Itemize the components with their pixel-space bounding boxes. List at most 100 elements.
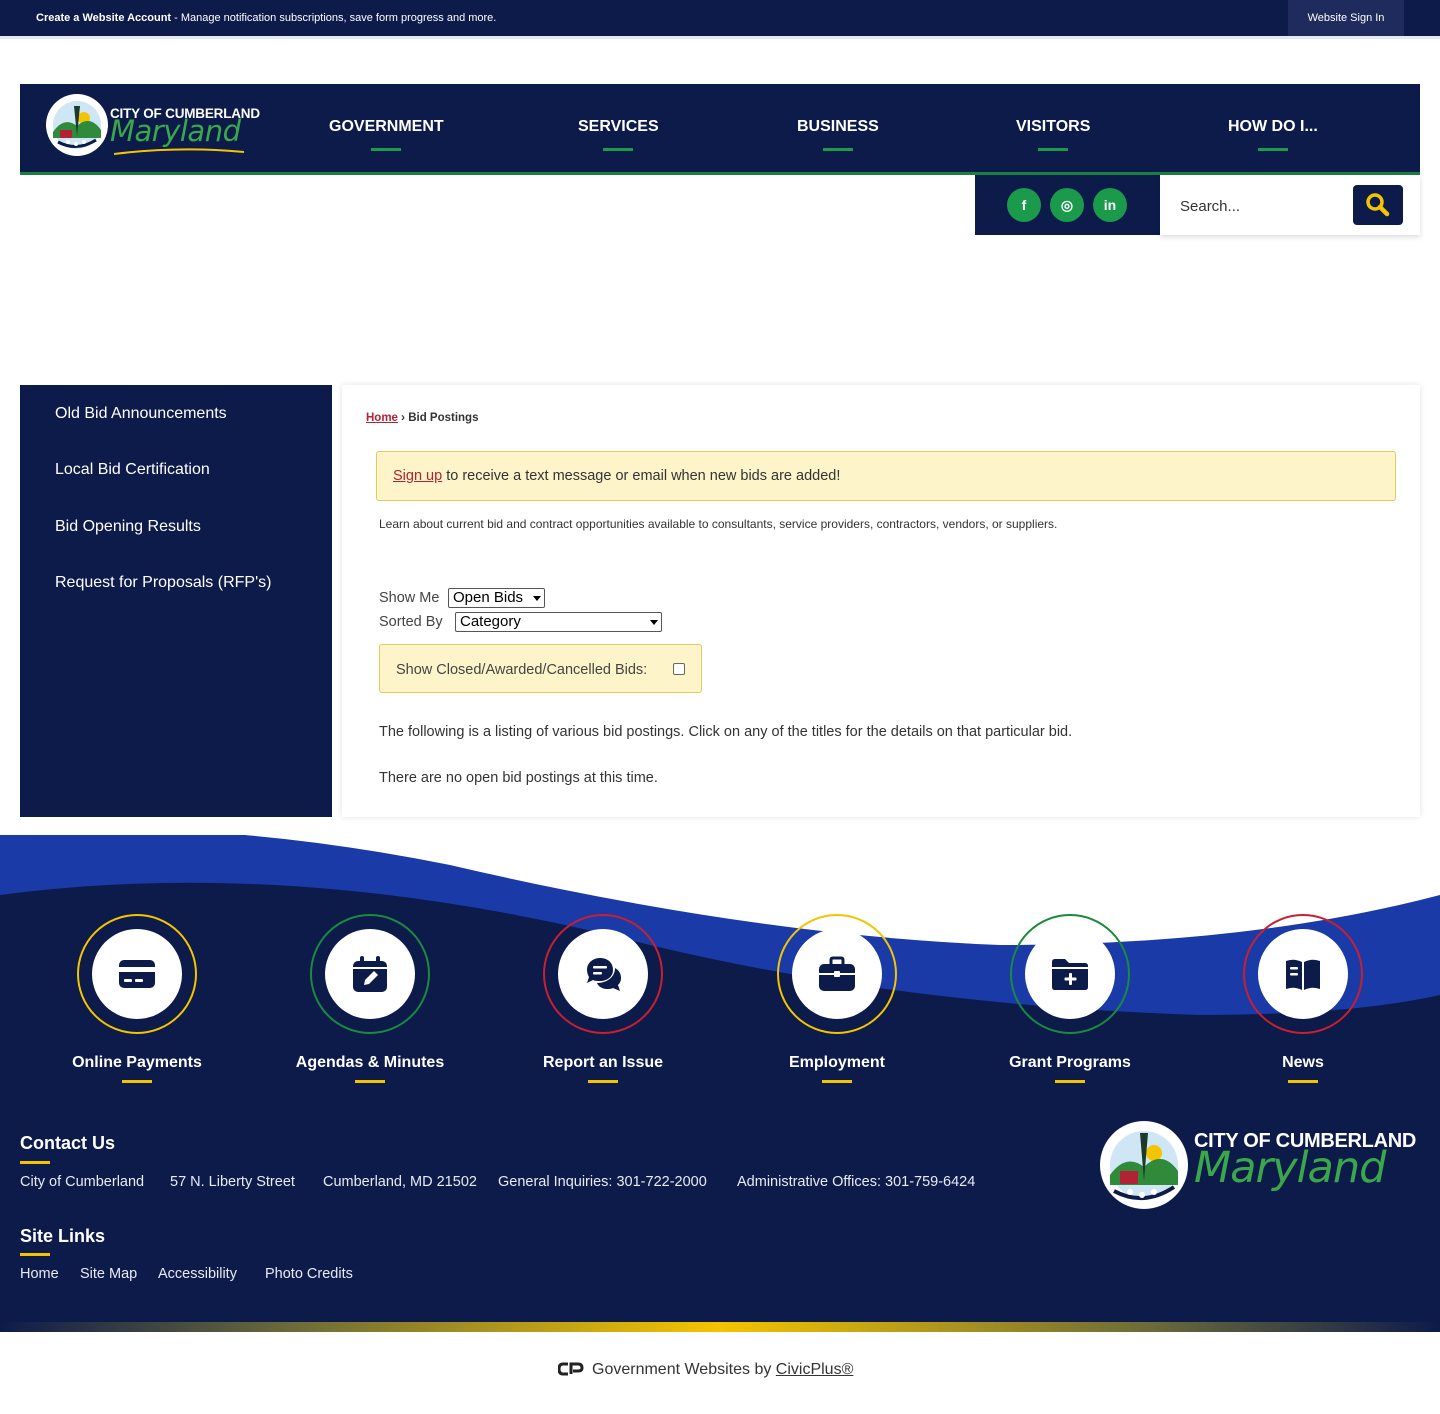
nav-label: HOW DO I... — [1228, 118, 1318, 135]
sorted-by-value: Category — [460, 613, 521, 630]
show-me-value: Open Bids — [453, 589, 524, 606]
nav-label: BUSINESS — [797, 118, 879, 135]
chevron-down-icon — [533, 596, 541, 601]
contact-us-underline — [20, 1161, 50, 1164]
credit-card-icon — [119, 960, 155, 988]
no-bids-message: There are no open bid postings at this t… — [379, 770, 658, 786]
quick-link-label: Grant Programs — [1009, 1054, 1131, 1071]
nav-visitors[interactable]: VISITORS — [1016, 118, 1090, 151]
social-links: f ◎ in — [975, 175, 1160, 235]
footer-link-accessibility[interactable]: Accessibility — [158, 1266, 237, 1282]
search-icon — [1366, 193, 1390, 217]
quick-link-disc — [1025, 929, 1115, 1019]
footer-wave-background — [0, 835, 1440, 1335]
quick-link-online-payments[interactable]: Online Payments — [47, 914, 227, 1083]
nav-underline — [603, 148, 634, 151]
quick-link-ring — [77, 914, 197, 1034]
contact-street: 57 N. Liberty Street — [170, 1174, 295, 1190]
quick-link-ring — [1010, 914, 1130, 1034]
contact-general-inquiries[interactable]: General Inquiries: 301-722-2000 — [498, 1174, 707, 1190]
linkedin-icon[interactable]: in — [1093, 188, 1127, 222]
show-closed-bids-label: Show Closed/Awarded/Cancelled Bids: — [396, 662, 648, 678]
quick-link-label: News — [1282, 1054, 1324, 1071]
instagram-icon[interactable]: ◎ — [1050, 188, 1084, 222]
quick-link-underline — [1288, 1080, 1318, 1083]
briefcase-icon — [819, 956, 855, 991]
quick-link-disc — [792, 929, 882, 1019]
quick-link-ring — [543, 914, 663, 1034]
search-input[interactable] — [1180, 189, 1350, 223]
show-me-label: Show Me — [379, 590, 440, 606]
quick-link-label: Employment — [788, 1054, 885, 1071]
listing-description: The following is a listing of various bi… — [379, 724, 1073, 740]
quick-link-news[interactable]: News — [1213, 914, 1393, 1083]
folder-plus-icon — [1052, 959, 1088, 990]
footer-link-site-map[interactable]: Site Map — [80, 1266, 137, 1282]
create-account-description: - Manage notification subscriptions, sav… — [171, 12, 497, 24]
nav-label: SERVICES — [578, 118, 659, 135]
nav-label: VISITORS — [1016, 118, 1091, 135]
breadcrumb-separator: › — [397, 412, 409, 424]
quick-link-disc — [92, 929, 182, 1019]
nav-government[interactable]: GOVERNMENT — [329, 118, 444, 151]
nav-business[interactable]: BUSINESS — [797, 118, 879, 151]
quick-link-underline — [1055, 1080, 1085, 1083]
intro-text: Learn about current bid and contract opp… — [379, 517, 1058, 531]
facebook-icon[interactable]: f — [1007, 188, 1041, 222]
breadcrumb-current: Bid Postings — [408, 412, 479, 424]
site-header: CITY OF CUMBERLAND Maryland GOVERNMENT S… — [20, 84, 1420, 172]
chat-bubbles-icon — [587, 958, 621, 991]
nav-underline — [822, 148, 853, 151]
nav-label: GOVERNMENT — [329, 118, 444, 135]
nav-how-do-i[interactable]: HOW DO I... — [1228, 118, 1318, 151]
quick-link-report-an-issue[interactable]: Report an Issue — [513, 914, 693, 1083]
quick-link-disc — [325, 929, 415, 1019]
quick-link-employment[interactable]: Employment — [747, 914, 927, 1083]
sidebar-item-local-bid-certification[interactable]: Local Bid Certification — [55, 461, 210, 479]
create-account-link[interactable]: Create a Website Account — [36, 12, 171, 24]
nav-underline — [1257, 148, 1288, 151]
sorted-by-select[interactable]: Category — [455, 612, 662, 632]
chevron-down-icon — [650, 620, 658, 625]
website-sign-in-button[interactable]: Website Sign In — [1288, 0, 1404, 36]
site-links-underline — [20, 1253, 50, 1256]
contact-city-name: City of Cumberland — [20, 1174, 145, 1190]
logo-script: Maryland — [110, 114, 241, 148]
footer-link-home[interactable]: Home — [20, 1266, 59, 1282]
sidebar-item-request-for-proposals[interactable]: Request for Proposals (RFP's) — [55, 574, 271, 592]
footer-gold-divider — [0, 1322, 1440, 1332]
footer-logo-script: Maryland — [1194, 1143, 1386, 1193]
alert-text: to receive a text message or email when … — [442, 468, 841, 484]
breadcrumb-home-link[interactable]: Home — [366, 412, 398, 424]
sidebar-item-bid-opening-results[interactable]: Bid Opening Results — [55, 518, 201, 536]
civicplus-bar: Government Websites by CivicPlus® — [0, 1332, 1440, 1414]
quick-link-label: Report an Issue — [542, 1054, 664, 1071]
footer-link-photo-credits[interactable]: Photo Credits — [265, 1266, 353, 1282]
sign-up-link[interactable]: Sign up — [393, 468, 442, 484]
quick-link-underline — [122, 1080, 152, 1083]
footer-logo[interactable]: CITY OF CUMBERLAND Maryland — [1096, 1115, 1416, 1225]
book-icon — [1286, 959, 1320, 990]
nav-underline — [371, 148, 402, 151]
top-bar: Create a Website Account - Manage notifi… — [0, 0, 1440, 36]
show-me-select[interactable]: Open Bids — [448, 588, 545, 608]
quick-link-grant-programs[interactable]: Grant Programs — [980, 914, 1160, 1083]
search-bar — [1160, 175, 1420, 235]
sidebar-item-old-bid-announcements[interactable]: Old Bid Announcements — [55, 405, 227, 423]
main-content: Home › Bid Postings Sign up to receive a… — [342, 385, 1420, 817]
contact-administrative-offices[interactable]: Administrative Offices: 301-759-6424 — [737, 1174, 975, 1190]
quick-link-underline — [588, 1080, 618, 1083]
quick-link-underline — [355, 1080, 385, 1083]
show-closed-bids-checkbox[interactable] — [673, 663, 685, 675]
site-logo[interactable]: CITY OF CUMBERLAND Maryland — [44, 90, 260, 164]
quick-link-agendas-minutes[interactable]: Agendas & Minutes — [280, 914, 460, 1083]
contact-us-heading: Contact Us — [20, 1133, 116, 1153]
search-button[interactable] — [1353, 185, 1403, 225]
civicplus-credit: Government Websites by CivicPlus® — [558, 1361, 853, 1379]
civicplus-logo-icon — [558, 1362, 584, 1376]
nav-services[interactable]: SERVICES — [578, 118, 659, 151]
calendar-icon — [353, 956, 387, 992]
civicplus-link[interactable]: CivicPlus® — [776, 1361, 854, 1378]
show-closed-bids-box: Show Closed/Awarded/Cancelled Bids: — [379, 644, 702, 693]
quick-link-label: Online Payments — [72, 1054, 202, 1071]
